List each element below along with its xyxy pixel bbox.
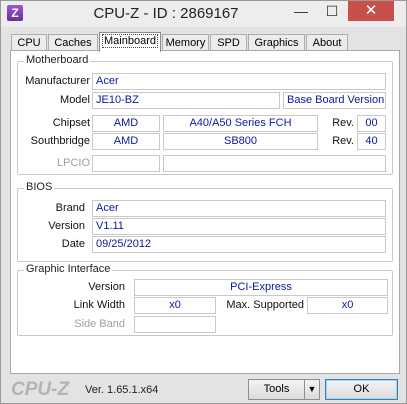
graphic-interface-group: Graphic Interface Version PCI-Express Li… (17, 263, 393, 336)
southbridge-vendor-value: AMD (92, 133, 160, 150)
tab-memory[interactable]: Memory (162, 34, 209, 51)
maximize-icon[interactable]: ☐ (319, 1, 345, 21)
motherboard-group: Motherboard Manufacturer Acer Model JE10… (17, 54, 393, 175)
mainboard-panel: Motherboard Manufacturer Acer Model JE10… (10, 50, 400, 374)
model-label: Model (60, 94, 90, 106)
lpcio-label: LPCIO (56, 157, 90, 169)
bios-date-value: 09/25/2012 (92, 236, 386, 253)
gi-side-band-value (134, 316, 216, 333)
southbridge-rev-label: Rev. (332, 135, 354, 147)
chipset-model-value: A40/A50 Series FCH (163, 115, 318, 132)
tab-spd[interactable]: SPD (210, 34, 247, 51)
window-title: CPU-Z - ID : 2869167 (93, 5, 239, 22)
southbridge-model-value: SB800 (163, 133, 318, 150)
gi-link-width-label: Link Width (73, 299, 125, 311)
gi-max-supported-value: x0 (307, 297, 388, 314)
lpcio-model-value (163, 155, 386, 172)
tab-cpu[interactable]: CPU (11, 34, 47, 51)
gi-version-value: PCI-Express (134, 279, 388, 296)
ok-button[interactable]: OK (325, 379, 398, 400)
tab-about[interactable]: About (306, 34, 348, 51)
model-extra-value: Base Board Version (283, 92, 386, 109)
gi-link-width-value: x0 (134, 297, 216, 314)
chipset-label: Chipset (52, 117, 90, 129)
gi-side-band-label: Side Band (74, 318, 125, 330)
bios-version-label: Version (48, 220, 85, 232)
manufacturer-value: Acer (92, 73, 386, 90)
chipset-rev-value: 00 (357, 115, 386, 132)
bios-date-label: Date (61, 238, 85, 250)
bios-brand-label: Brand (55, 202, 85, 214)
southbridge-label: Southbridge (30, 135, 90, 147)
southbridge-rev-value: 40 (357, 133, 386, 150)
title-bar[interactable]: Z CPU-Z - ID : 2869167 — ☐ ✕ (1, 1, 406, 27)
minimize-icon[interactable]: — (287, 1, 315, 21)
tab-mainboard[interactable]: Mainboard (99, 32, 161, 52)
version-text: Ver. 1.65.1.x64 (85, 384, 159, 396)
gi-version-label: Version (88, 281, 125, 293)
chipset-rev-label: Rev. (332, 117, 354, 129)
bios-group-title: BIOS (24, 181, 55, 193)
tools-button[interactable]: Tools (248, 379, 305, 400)
close-icon[interactable]: ✕ (348, 1, 394, 21)
tools-dropdown-arrow-icon[interactable]: ▼ (304, 379, 320, 400)
cpuz-window: Z CPU-Z - ID : 2869167 — ☐ ✕ CPU Caches … (0, 0, 407, 404)
gi-max-supported-label: Max. Supported (226, 299, 304, 311)
graphic-interface-group-title: Graphic Interface (24, 263, 113, 275)
tab-graphics[interactable]: Graphics (248, 34, 305, 51)
chipset-vendor-value: AMD (92, 115, 160, 132)
bios-group: BIOS Brand Acer Version V1.11 Date 09/25… (17, 181, 393, 262)
lpcio-vendor-value (92, 155, 160, 172)
manufacturer-label: Manufacturer (25, 75, 90, 87)
bios-brand-value: Acer (92, 200, 386, 217)
motherboard-group-title: Motherboard (24, 54, 91, 66)
bios-version-value: V1.11 (92, 218, 386, 235)
tab-caches[interactable]: Caches (48, 34, 98, 51)
cpuz-logo: CPU-Z (11, 379, 70, 400)
model-value: JE10-BZ (92, 92, 280, 109)
